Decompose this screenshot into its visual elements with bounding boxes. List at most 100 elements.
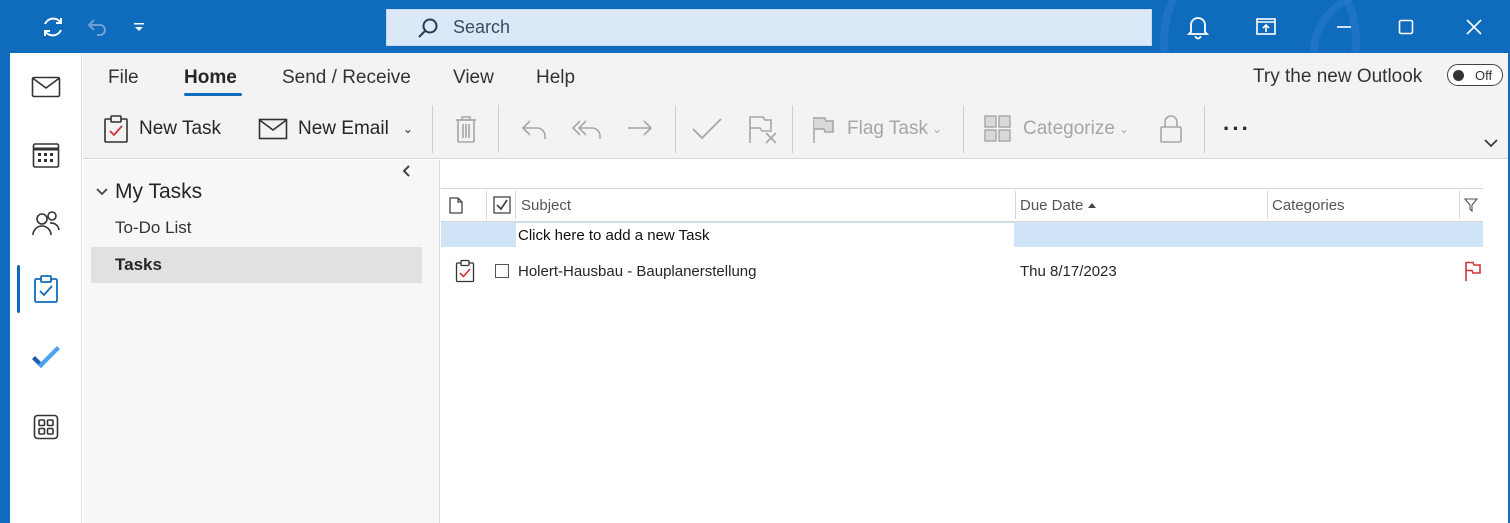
try-new-outlook-toggle[interactable]: Off bbox=[1447, 64, 1503, 86]
flag-icon bbox=[811, 114, 837, 144]
subject-header-label: Subject bbox=[521, 196, 572, 214]
folder-label: Tasks bbox=[115, 255, 162, 274]
tab-help[interactable]: Help bbox=[536, 67, 575, 89]
table-row[interactable]: Holert-Hausbau - Bauplanerstellung Thu 8… bbox=[441, 256, 1483, 286]
customize-toolbar-icon[interactable] bbox=[128, 8, 150, 46]
tab-home[interactable]: Home bbox=[184, 67, 237, 89]
private-button[interactable] bbox=[1159, 107, 1183, 151]
new-task-prompt: Click here to add a new Task bbox=[518, 226, 710, 244]
column-separator bbox=[515, 191, 516, 219]
column-header: Subject Due Date Categories bbox=[441, 188, 1483, 222]
sort-ascending-icon bbox=[1087, 201, 1097, 209]
lock-icon bbox=[1159, 114, 1183, 144]
minimize-icon[interactable] bbox=[1326, 8, 1362, 46]
checkbox-checked-icon bbox=[493, 196, 511, 214]
reply-all-button[interactable] bbox=[571, 107, 603, 151]
complete-column-header[interactable] bbox=[493, 189, 511, 221]
ribbon-separator bbox=[792, 105, 793, 153]
categories-header-label: Categories bbox=[1272, 196, 1345, 214]
subject-column-header[interactable]: Subject bbox=[521, 189, 571, 221]
folder-pane: My Tasks To-Do List Tasks bbox=[83, 160, 440, 523]
forward-button[interactable] bbox=[625, 107, 655, 151]
column-separator bbox=[1459, 191, 1460, 219]
app-rail bbox=[10, 53, 82, 523]
folder-item-tasks[interactable]: Tasks bbox=[91, 247, 422, 283]
new-email-label: New Email bbox=[298, 118, 389, 139]
toggle-state: Off bbox=[1475, 67, 1493, 83]
people-icon[interactable] bbox=[10, 201, 82, 245]
checkbox bbox=[495, 264, 509, 278]
reply-icon bbox=[519, 116, 549, 142]
folder-label: To-Do List bbox=[115, 218, 192, 237]
document-icon bbox=[449, 196, 463, 214]
icon-column-header[interactable] bbox=[449, 189, 463, 221]
my-tasks-group[interactable]: My Tasks bbox=[95, 180, 202, 204]
tasks-icon[interactable] bbox=[10, 267, 82, 311]
new-task-label: New Task bbox=[139, 118, 222, 139]
chevron-down-icon[interactable]: ⌄ bbox=[403, 122, 413, 136]
flag-task-label: Flag Task bbox=[847, 118, 928, 139]
task-icon bbox=[455, 256, 475, 286]
task-due-date: Thu 8/17/2023 bbox=[1020, 256, 1117, 286]
flag-icon bbox=[1464, 260, 1482, 282]
column-separator bbox=[1267, 191, 1268, 219]
forward-icon bbox=[625, 116, 655, 142]
reply-button[interactable] bbox=[519, 107, 549, 151]
title-bar: Search bbox=[10, 0, 1508, 53]
tab-view[interactable]: View bbox=[453, 67, 494, 89]
sync-icon[interactable] bbox=[36, 8, 70, 46]
new-task-input[interactable]: Click here to add a new Task bbox=[516, 222, 1014, 247]
search-box[interactable]: Search bbox=[386, 9, 1152, 46]
task-subject-text: Holert-Hausbau - Bauplanerstellung bbox=[518, 262, 757, 280]
task-complete-checkbox[interactable] bbox=[495, 256, 509, 286]
ribbon-separator bbox=[963, 105, 964, 153]
new-email-icon bbox=[258, 118, 288, 140]
column-separator bbox=[1015, 191, 1016, 219]
due-date-column-header[interactable]: Due Date bbox=[1020, 189, 1097, 221]
mail-icon[interactable] bbox=[10, 65, 82, 109]
new-task-button[interactable]: New Task bbox=[103, 107, 221, 151]
maximize-icon[interactable] bbox=[1388, 8, 1424, 46]
column-separator bbox=[486, 191, 487, 219]
more-apps-icon[interactable] bbox=[10, 405, 82, 449]
chevron-down-icon[interactable]: ⌄ bbox=[932, 122, 942, 136]
tab-file[interactable]: File bbox=[108, 67, 139, 89]
delete-button[interactable] bbox=[453, 107, 479, 151]
undo-icon[interactable] bbox=[80, 8, 114, 46]
bell-icon[interactable] bbox=[1180, 8, 1216, 46]
try-new-outlook-label: Try the new Outlook bbox=[1253, 66, 1423, 87]
active-tab-underline bbox=[184, 93, 242, 96]
categories-column-header[interactable]: Categories bbox=[1272, 189, 1345, 221]
more-commands-button[interactable]: ··· bbox=[1223, 107, 1251, 151]
tab-send-receive[interactable]: Send / Receive bbox=[282, 67, 411, 89]
flag-task-button[interactable]: Flag Task ⌄ bbox=[811, 107, 942, 151]
reply-all-icon bbox=[571, 116, 603, 142]
search-placeholder: Search bbox=[453, 17, 511, 37]
task-subject: Holert-Hausbau - Bauplanerstellung bbox=[518, 256, 756, 286]
checkmark-icon bbox=[691, 116, 723, 142]
new-task-icon bbox=[103, 114, 129, 144]
coming-soon-icon[interactable] bbox=[1248, 8, 1284, 46]
remove-from-list-button[interactable] bbox=[747, 107, 779, 151]
categorize-button[interactable]: Categorize ⌄ bbox=[983, 107, 1129, 151]
calendar-icon[interactable] bbox=[10, 133, 82, 177]
flag-column-header[interactable] bbox=[1463, 189, 1479, 221]
collapse-pane-icon[interactable] bbox=[401, 164, 411, 183]
mark-complete-button[interactable] bbox=[691, 107, 723, 151]
due-date-header-label: Due Date bbox=[1020, 196, 1084, 214]
outlook-window: Search File Home Send / Receive View Hel… bbox=[0, 0, 1510, 523]
new-task-row[interactable]: Click here to add a new Task bbox=[441, 222, 1483, 247]
flag-outline-icon bbox=[1463, 197, 1479, 213]
task-flag[interactable] bbox=[1464, 256, 1482, 286]
ribbon-separator bbox=[498, 105, 499, 153]
more-icon: ··· bbox=[1223, 116, 1251, 141]
my-tasks-label: My Tasks bbox=[115, 180, 203, 203]
close-icon[interactable] bbox=[1456, 8, 1492, 46]
todo-icon[interactable] bbox=[10, 337, 82, 381]
chevron-down-icon[interactable]: ⌄ bbox=[1119, 122, 1129, 136]
new-email-button[interactable]: New Email ⌄ bbox=[258, 107, 413, 151]
ribbon-separator bbox=[432, 105, 433, 153]
ribbon-expand-icon[interactable] bbox=[1483, 137, 1499, 149]
categorize-label: Categorize bbox=[1023, 118, 1115, 139]
folder-item-todo-list[interactable]: To-Do List bbox=[91, 210, 422, 246]
